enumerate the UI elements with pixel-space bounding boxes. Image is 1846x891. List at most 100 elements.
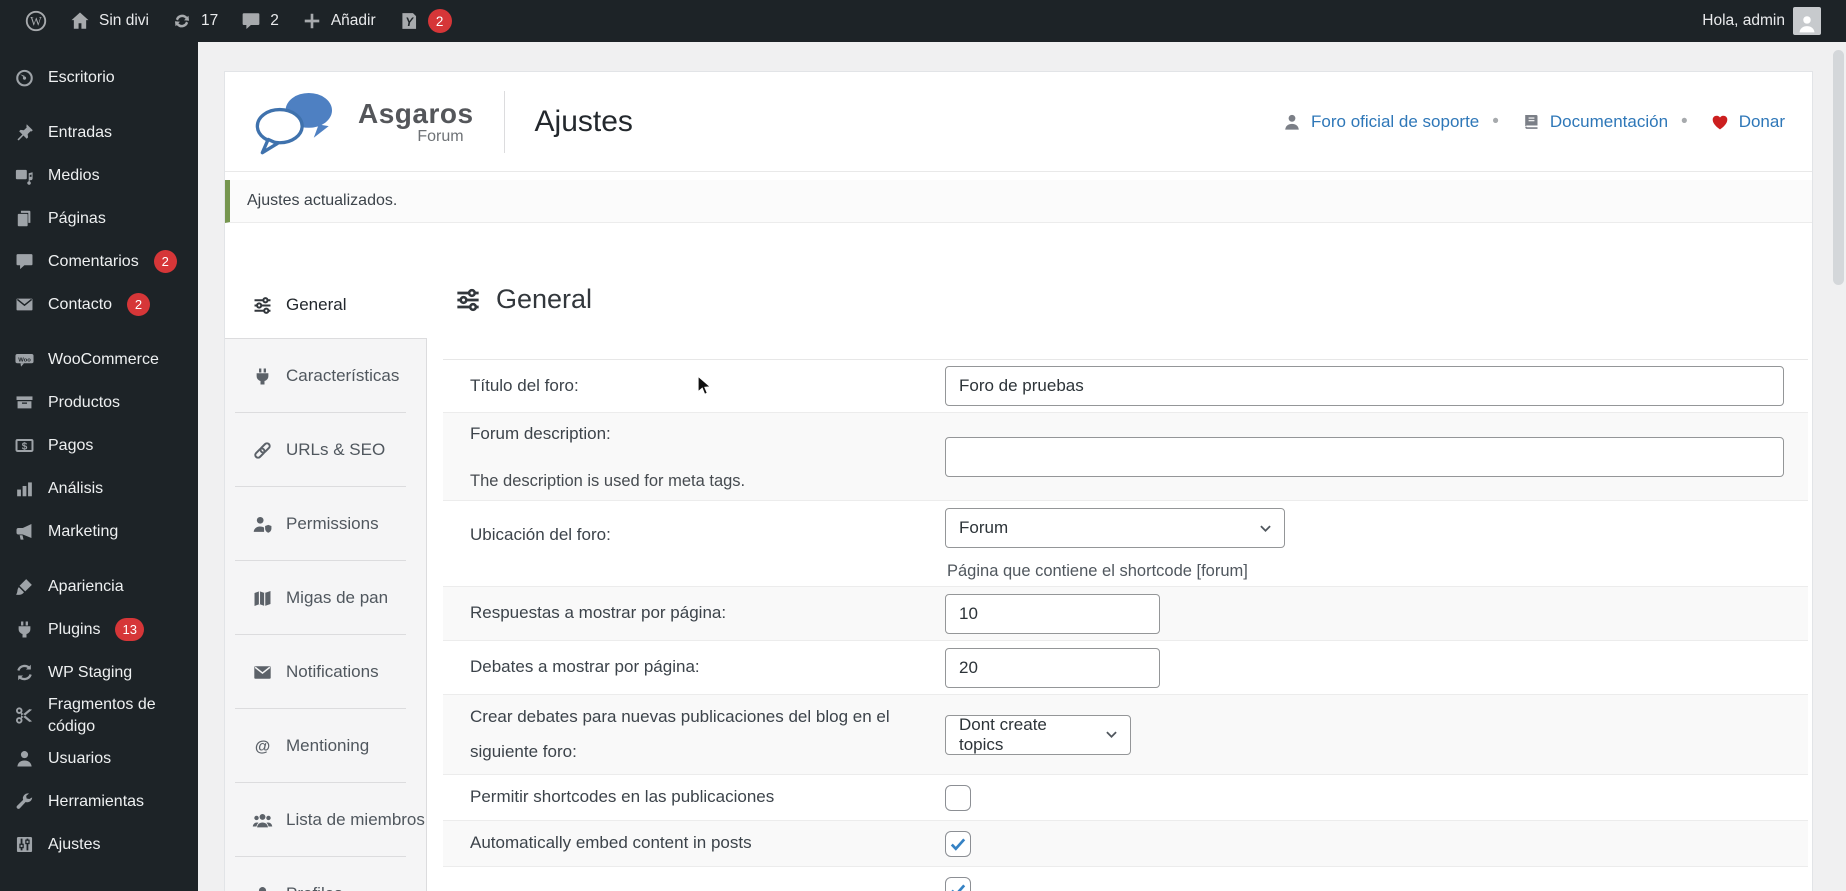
settings-table: Título del foro: Foro de pruebas Forum d…	[443, 359, 1808, 891]
chart-icon	[14, 478, 35, 499]
settings-row-crear-debates-para-nuevas-publicaciones-: Crear debates para nuevas publicaciones …	[443, 695, 1808, 775]
sidebar-item-paginas[interactable]: Páginas	[0, 197, 198, 240]
menu-separator	[0, 99, 198, 111]
updates-count: 17	[200, 12, 219, 29]
count-badge: 13	[115, 618, 144, 641]
header-link-documentacion[interactable]: Documentación	[1479, 111, 1668, 133]
tab-notifications[interactable]: Notifications	[225, 635, 426, 709]
tab-general[interactable]: General	[225, 272, 427, 338]
settings-row-forum-description: Forum description: The description is us…	[443, 413, 1808, 501]
yoast-menu[interactable]: Y 2	[387, 0, 463, 42]
header-link-donar[interactable]: Donar	[1668, 111, 1785, 133]
header-link-foro-oficial-de-soporte[interactable]: Foro oficial de soporte	[1282, 112, 1479, 132]
sidebar-item-plugins[interactable]: Plugins 13	[0, 608, 198, 651]
megaphone-icon	[14, 521, 35, 542]
sidebar-item-apariencia[interactable]: Apariencia	[0, 565, 198, 608]
sidebar-item-fragmentos-de-codigo[interactable]: Fragmentos de código	[0, 694, 198, 737]
link-icon	[252, 440, 273, 461]
notice-text: Ajustes actualizados.	[247, 192, 398, 209]
field-label: Automatically embed content in posts	[470, 833, 752, 853]
settings-row-titulo-del-foro: Título del foro: Foro de pruebas	[443, 360, 1808, 413]
person-icon	[14, 748, 35, 769]
sidebar-item-pagos[interactable]: $ Pagos	[0, 424, 198, 467]
wordpress-menu[interactable]: W	[14, 0, 58, 42]
text-input[interactable]	[945, 436, 1784, 477]
sidebar-item-comentarios[interactable]: Comentarios 2	[0, 240, 198, 283]
site-name: Sin divi	[99, 12, 149, 29]
scrollbar-thumb[interactable]	[1833, 50, 1844, 285]
greeting-text: Hola, admin	[1702, 12, 1785, 29]
header-divider	[503, 90, 505, 153]
tab-lista-de-miembros[interactable]: Lista de miembros	[225, 783, 426, 857]
sidebar-item-analisis[interactable]: Análisis	[0, 467, 198, 510]
tab-permissions[interactable]: Permissions	[225, 487, 426, 561]
tab-migas-de-pan[interactable]: Migas de pan	[225, 561, 426, 635]
add-label: Añadir	[330, 12, 376, 29]
text-input[interactable]: 20	[945, 647, 1160, 688]
settings-form: General Título del foro: Foro de pruebas…	[427, 272, 1812, 891]
svg-text:W: W	[30, 15, 42, 29]
text-input[interactable]: 10	[945, 593, 1160, 634]
sidebar-item-productos[interactable]: Productos	[0, 381, 198, 424]
sidebar-item-entradas[interactable]: Entradas	[0, 111, 198, 154]
staging-icon	[14, 662, 35, 683]
envelope-icon	[252, 662, 273, 683]
sidebar-item-herramientas[interactable]: Herramientas	[0, 780, 198, 823]
box-icon	[14, 392, 35, 413]
section-title: General	[443, 284, 1808, 315]
comment-icon	[240, 10, 262, 32]
sidebar-item-woocommerce[interactable]: Woo WooCommerce	[0, 338, 198, 381]
settings-tabs: General Características URLs & SEO Permi…	[225, 272, 427, 891]
updates-link[interactable]: 17	[160, 0, 229, 42]
account-menu[interactable]: Hola, admin	[1691, 0, 1832, 42]
settings-row-debates-a-mostrar-por-pagina: Debates a mostrar por página: 20	[443, 641, 1808, 695]
map-icon	[252, 588, 273, 609]
field-label: Respuestas a mostrar por página:	[470, 603, 727, 623]
field-label: Debates a mostrar por página:	[470, 657, 700, 677]
mail-icon	[14, 294, 35, 315]
group-icon	[252, 810, 273, 831]
header-links: Foro oficial de soporte Documentación Do…	[1282, 111, 1785, 133]
sidebar-item-escritorio[interactable]: Escritorio	[0, 56, 198, 99]
tab-profiles[interactable]: Profiles	[225, 857, 426, 891]
tab-urls-seo[interactable]: URLs & SEO	[225, 413, 426, 487]
tab-mentioning[interactable]: @ Mentioning	[225, 709, 426, 783]
tools-icon	[14, 791, 35, 812]
field-label: Forum description:	[470, 423, 611, 443]
person-icon	[252, 884, 273, 891]
logo-subtitle: Forum	[417, 127, 464, 145]
pin-icon	[14, 122, 35, 143]
comment-icon	[14, 251, 35, 272]
checkbox[interactable]	[945, 876, 971, 891]
select-dropdown[interactable]: Forum	[945, 508, 1285, 548]
sidebar-item-contacto[interactable]: Contacto 2	[0, 283, 198, 326]
avatar	[1793, 7, 1821, 35]
checkbox[interactable]	[945, 784, 971, 811]
select-dropdown[interactable]: Dont create topics	[945, 714, 1131, 755]
comments-link[interactable]: 2	[229, 0, 290, 42]
asgaros-logo-bubbles	[255, 92, 332, 154]
sliders-icon	[454, 286, 482, 314]
woo-icon: Woo	[14, 349, 35, 370]
sidebar-item-usuarios[interactable]: Usuarios	[0, 737, 198, 780]
count-badge: 2	[127, 293, 151, 316]
checkbox[interactable]	[945, 830, 971, 857]
home-icon	[69, 10, 91, 32]
field-label: Ubicación del foro:	[470, 525, 611, 544]
site-link[interactable]: Sin divi	[58, 0, 160, 42]
main-content: Asgaros Forum Ajustes Foro oficial de so…	[198, 42, 1846, 891]
page-scrollbar[interactable]	[1831, 42, 1846, 891]
svg-text:$: $	[22, 441, 28, 452]
text-input[interactable]: Foro de pruebas	[945, 366, 1784, 406]
sidebar-item-marketing[interactable]: Marketing	[0, 510, 198, 553]
heart-icon	[1710, 112, 1730, 132]
menu-separator	[0, 553, 198, 565]
success-notice: Ajustes actualizados.	[225, 180, 1812, 223]
chevron-down-icon	[1103, 726, 1120, 743]
sidebar-item-ajustes[interactable]: Ajustes	[0, 823, 198, 866]
sidebar-item-wp-staging[interactable]: WP Staging	[0, 651, 198, 694]
new-content-link[interactable]: Añadir	[290, 0, 387, 42]
yoast-icon: Y	[398, 10, 420, 32]
sidebar-item-medios[interactable]: Medios	[0, 154, 198, 197]
tab-caracteristicas[interactable]: Características	[225, 339, 426, 413]
